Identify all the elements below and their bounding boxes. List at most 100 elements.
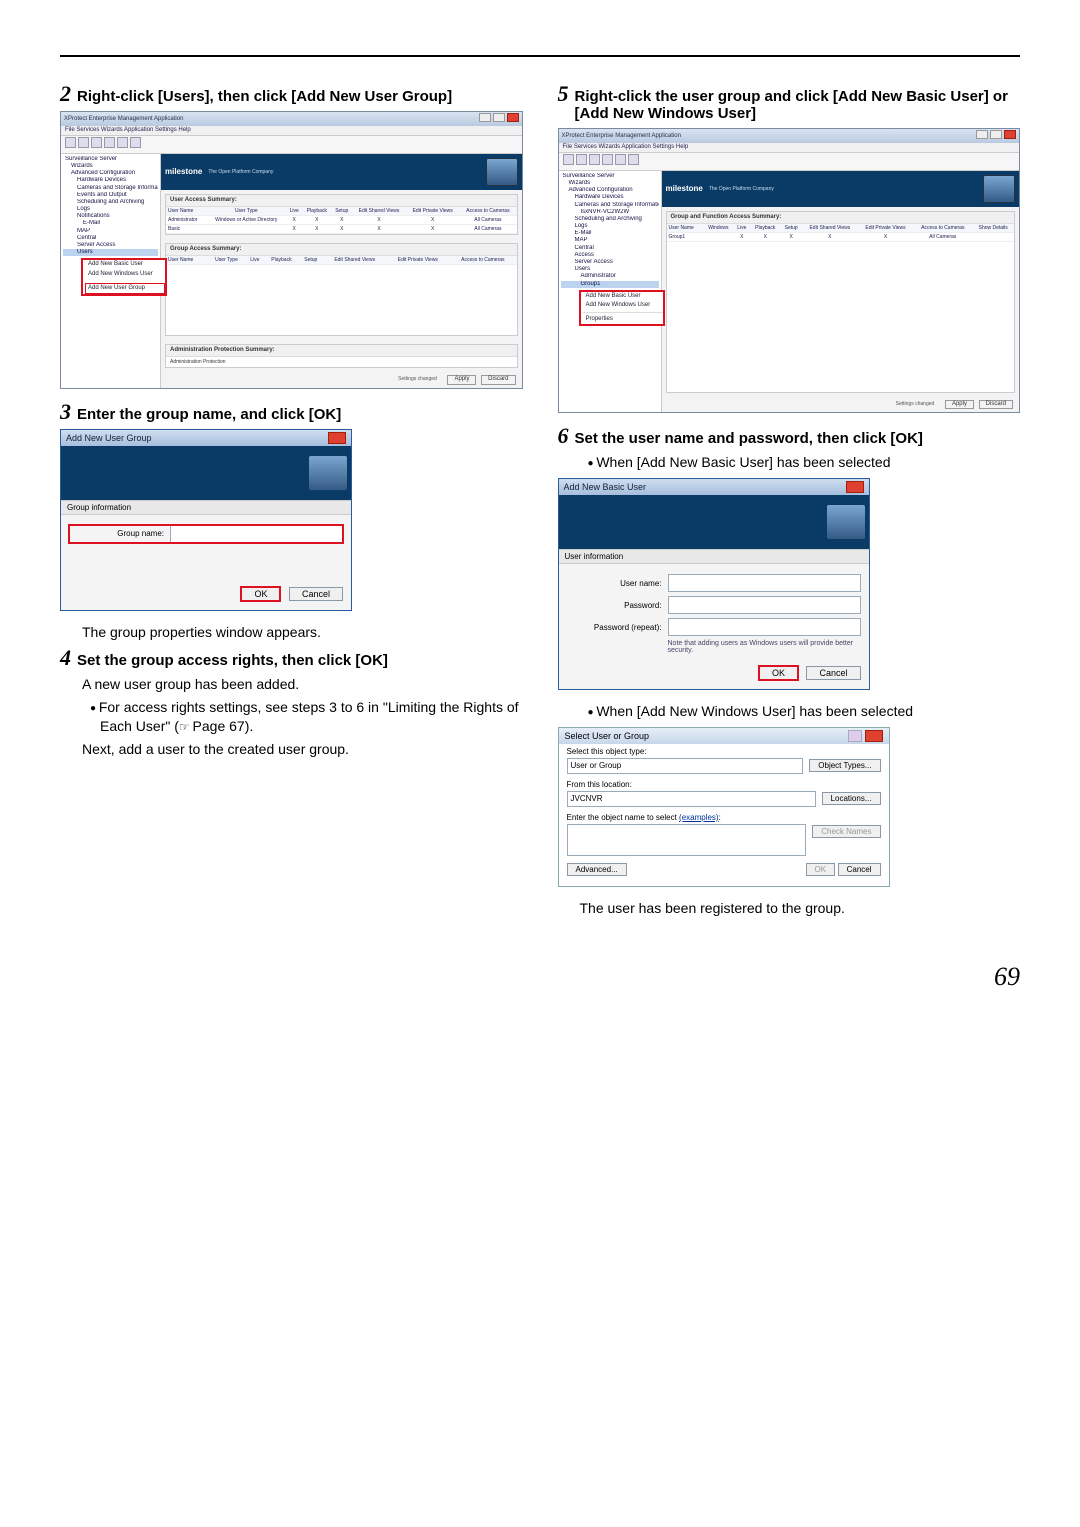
brand-logo-icon xyxy=(983,175,1015,203)
step6-bullet-a: When [Add New Basic User] has been selec… xyxy=(588,453,1021,472)
group-name-label: Group name: xyxy=(69,529,170,538)
password-repeat-input[interactable] xyxy=(668,618,861,636)
close-icon xyxy=(328,432,346,444)
page-ref-icon: ☞ xyxy=(179,720,189,734)
step6-heading: 6 Set the user name and password, then c… xyxy=(558,425,1021,447)
cancel-button[interactable]: Cancel xyxy=(838,863,881,876)
step3-heading: 3 Enter the group name, and click [OK] xyxy=(60,401,523,423)
step6-after-text: The user has been registered to the grou… xyxy=(580,899,1021,918)
add-user-group-dialog: Add New User Group Group information Gro… xyxy=(60,429,352,611)
close-icon xyxy=(846,481,864,493)
step3-title: Enter the group name, and click [OK] xyxy=(77,406,341,423)
user-access-summary-panel: User Access Summary: User Name User Type… xyxy=(165,194,518,235)
ctx-properties: Properties xyxy=(583,315,663,324)
object-type-label: Select this object type: xyxy=(567,747,804,756)
ctx-add-basic-user: Add New Basic User xyxy=(85,260,165,269)
context-menu-highlight: Add New Basic User Add New Windows User … xyxy=(579,290,665,327)
step4-line1: A new user group has been added. xyxy=(82,675,523,694)
object-types-button[interactable]: Object Types... xyxy=(809,759,880,772)
page-number: 69 xyxy=(60,962,1020,992)
ok-button[interactable]: OK xyxy=(806,863,836,876)
step2-screenshot: XProtect Enterprise Management Applicati… xyxy=(60,111,523,389)
step2-heading: 2 Right-click [Users], then click [Add N… xyxy=(60,83,523,105)
step6-title: Set the user name and password, then cli… xyxy=(575,430,923,447)
password-repeat-label: Password (repeat): xyxy=(567,623,668,632)
step4-number: 4 xyxy=(60,647,71,669)
step4-title: Set the group access rights, then click … xyxy=(77,652,388,669)
step3-number: 3 xyxy=(60,401,71,423)
step5-screenshot: XProtect Enterprise Management Applicati… xyxy=(558,128,1021,413)
context-menu-highlight: Add New Basic User Add New Windows User … xyxy=(81,258,167,296)
tree-users-selected: Users xyxy=(63,249,158,256)
brand-tagline: The Open Platform Company xyxy=(709,186,774,192)
brand-text: milestone xyxy=(165,167,202,177)
app-title-text: XProtect Enterprise Management Applicati… xyxy=(562,133,975,140)
app-tree: Surveillance Server Wizards Advanced Con… xyxy=(559,171,662,412)
app-titlebar: XProtect Enterprise Management Applicati… xyxy=(61,112,522,126)
brand-text: milestone xyxy=(666,184,703,194)
ok-button[interactable]: OK xyxy=(241,587,280,601)
app-tree: Surveillance Server Wizards Advanced Con… xyxy=(61,154,161,388)
ctx-add-windows-user: Add New Windows User xyxy=(583,301,663,310)
object-type-value: User or Group xyxy=(567,758,804,774)
brand-logo-icon xyxy=(486,158,518,186)
dialog-title: Add New Basic User xyxy=(564,482,846,492)
discard-button: Discard xyxy=(979,400,1013,409)
admin-protection-panel: Administration Protection Summary: Admin… xyxy=(165,344,518,368)
window-buttons xyxy=(974,130,1016,142)
step6-number: 6 xyxy=(558,425,569,447)
object-name-input[interactable] xyxy=(567,824,807,856)
cancel-button[interactable]: Cancel xyxy=(806,666,860,680)
cancel-button[interactable]: Cancel xyxy=(289,587,343,601)
check-names-button[interactable]: Check Names xyxy=(812,825,880,838)
tree-group-selected: Group1 xyxy=(561,281,659,288)
locations-button[interactable]: Locations... xyxy=(822,792,881,805)
app-main-pane: milestone The Open Platform Company User… xyxy=(161,154,522,388)
ctx-add-user-group: Add New User Group xyxy=(85,283,165,294)
left-column: 2 Right-click [Users], then click [Add N… xyxy=(60,77,523,922)
step6-bullet-b: When [Add New Windows User] has been sel… xyxy=(588,702,1021,721)
app-menubar: File Services Wizards Application Settin… xyxy=(61,126,522,136)
group-name-row-highlight: Group name: xyxy=(69,525,343,543)
discard-button: Discard xyxy=(481,375,515,384)
user-access-table: User Name User Type Live Playback Setup … xyxy=(166,207,517,234)
dialog-note: Note that adding users as Windows users … xyxy=(668,640,861,654)
location-value: JVCNVR xyxy=(567,791,816,807)
dialog-section-header: Group information xyxy=(61,500,351,515)
group-name-input[interactable] xyxy=(170,525,343,543)
ok-button[interactable]: OK xyxy=(759,666,798,680)
app-menubar: File Services Wizards Application Settin… xyxy=(559,143,1020,153)
help-icon xyxy=(848,730,862,742)
close-icon xyxy=(865,730,883,742)
dialog-section-header: User information xyxy=(559,549,869,564)
apply-button: Apply xyxy=(945,400,974,409)
ctx-add-windows-user: Add New Windows User xyxy=(85,270,165,279)
app-footer-buttons: Settings changed Apply Discard xyxy=(161,372,522,387)
app-toolbar xyxy=(559,153,1020,170)
step4-heading: 4 Set the group access rights, then clic… xyxy=(60,647,523,669)
username-label: User name: xyxy=(567,579,668,588)
brand-tagline: The Open Platform Company xyxy=(208,169,273,175)
step3-after-text: The group properties window appears. xyxy=(82,623,523,642)
advanced-button[interactable]: Advanced... xyxy=(567,863,627,876)
object-name-label: Enter the object name to select (example… xyxy=(567,813,807,822)
password-label: Password: xyxy=(567,601,668,610)
step4-line2: Next, add a user to the created user gro… xyxy=(82,740,523,759)
select-user-group-dialog: Select User or Group Select this object … xyxy=(558,727,890,887)
step5-number: 5 xyxy=(558,83,569,105)
window-buttons xyxy=(477,113,519,125)
dialog-logo-icon xyxy=(309,456,347,490)
dialog-logo-icon xyxy=(827,505,865,539)
step5-title: Right-click the user group and click [Ad… xyxy=(575,88,1021,122)
examples-link[interactable]: (examples) xyxy=(679,813,719,822)
password-input[interactable] xyxy=(668,596,861,614)
apply-button: Apply xyxy=(447,375,476,384)
add-basic-user-dialog: Add New Basic User User information User… xyxy=(558,478,870,690)
step5-heading: 5 Right-click the user group and click [… xyxy=(558,83,1021,122)
app-topbar: milestone The Open Platform Company xyxy=(161,154,522,190)
step2-number: 2 xyxy=(60,83,71,105)
page-top-rule xyxy=(60,55,1020,57)
app-title-text: XProtect Enterprise Management Applicati… xyxy=(64,116,477,123)
username-input[interactable] xyxy=(668,574,861,592)
location-label: From this location: xyxy=(567,780,816,789)
